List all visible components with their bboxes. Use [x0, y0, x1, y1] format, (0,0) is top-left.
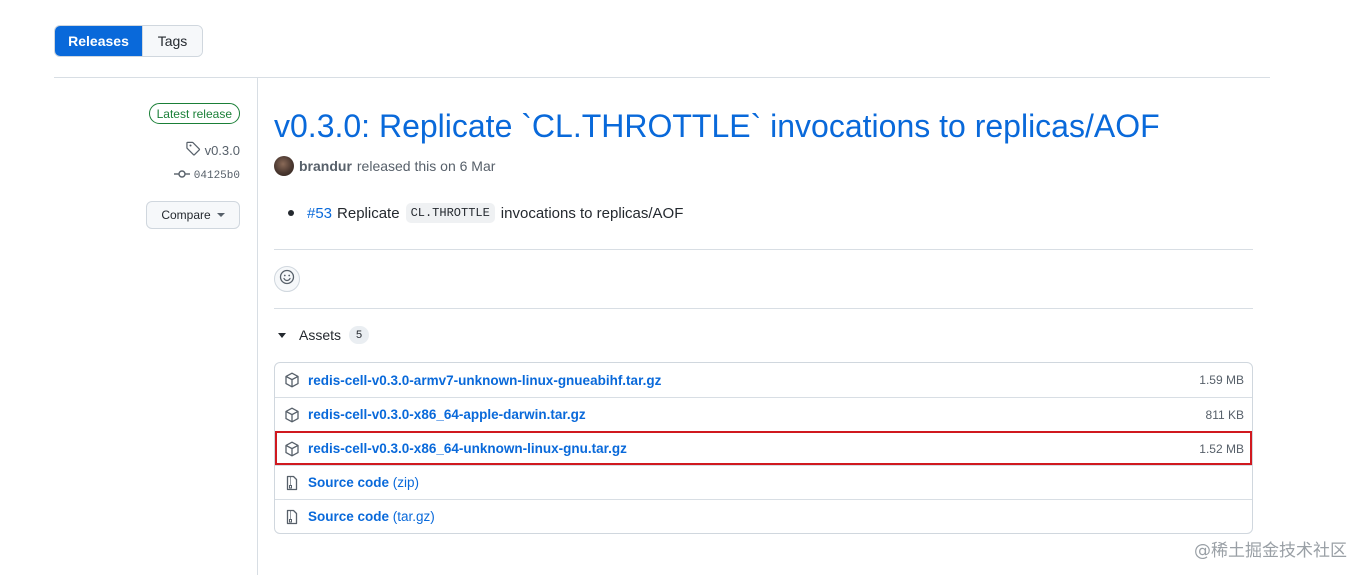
- source-code-format: (zip): [392, 475, 420, 490]
- package-icon: [284, 372, 300, 388]
- source-code-link[interactable]: Source code (zip): [308, 475, 419, 490]
- add-reaction-button[interactable]: [274, 266, 300, 292]
- notes-divider: [274, 249, 1253, 250]
- source-code-label: Source code: [308, 475, 390, 490]
- package-icon: [284, 407, 300, 423]
- asset-size: 1.59 MB: [1199, 373, 1244, 387]
- tag-label: v0.3.0: [204, 142, 240, 158]
- asset-link[interactable]: redis-cell-v0.3.0-x86_64-unknown-linux-g…: [308, 441, 627, 456]
- release-commit[interactable]: 04125b0: [173, 168, 240, 184]
- sidebar-divider: [257, 77, 258, 575]
- tab-releases[interactable]: Releases: [55, 26, 142, 56]
- assets-toggle[interactable]: Assets 5: [278, 326, 370, 344]
- bullet: [288, 210, 294, 216]
- author-name[interactable]: brandur: [299, 158, 352, 174]
- top-divider: [54, 77, 1270, 78]
- source-code-row[interactable]: Source code (tar.gz): [275, 499, 1252, 533]
- assets-heading: Assets: [299, 327, 342, 343]
- tag-icon: [185, 141, 201, 159]
- asset-row[interactable]: redis-cell-v0.3.0-armv7-unknown-linux-gn…: [275, 363, 1252, 397]
- note-text-before: Replicate: [337, 204, 400, 222]
- assets-count-badge: 5: [349, 326, 370, 344]
- note-text-after: invocations to replicas/AOF: [500, 204, 684, 222]
- triangle-down-icon: [278, 332, 286, 338]
- watermark: @稀土掘金技术社区: [1194, 541, 1347, 561]
- commit-hash: 04125b0: [193, 170, 240, 182]
- package-icon: [284, 441, 300, 457]
- release-notes-item: #53 Replicate CL.THROTTLE invocations to…: [288, 203, 683, 223]
- file-zip-icon: [284, 509, 300, 525]
- asset-size: 811 KB: [1205, 407, 1244, 422]
- release-title[interactable]: v0.3.0: Replicate `CL.THROTTLE` invocati…: [274, 108, 1160, 145]
- chevron-down-icon: [216, 213, 225, 217]
- release-tabs: Releases Tags: [54, 25, 203, 57]
- release-tag[interactable]: v0.3.0: [185, 141, 240, 159]
- asset-link[interactable]: redis-cell-v0.3.0-x86_64-apple-darwin.ta…: [308, 407, 586, 422]
- smiley-icon: [279, 269, 295, 290]
- source-code-label: Source code: [308, 509, 390, 524]
- source-code-format: (tar.gz): [392, 509, 435, 524]
- reactions-divider: [274, 308, 1253, 309]
- compare-button[interactable]: Compare: [146, 201, 240, 229]
- release-date-text: released this on 6 Mar: [356, 158, 496, 174]
- source-code-link[interactable]: Source code (tar.gz): [308, 509, 435, 524]
- source-code-row[interactable]: Source code (zip): [275, 465, 1252, 499]
- file-zip-icon: [284, 475, 300, 491]
- asset-size: 1.52 MB: [1199, 441, 1244, 456]
- asset-link[interactable]: redis-cell-v0.3.0-armv7-unknown-linux-gn…: [308, 373, 661, 388]
- inline-code: CL.THROTTLE: [405, 203, 495, 223]
- release-author-row: brandur released this on 6 Mar: [274, 156, 495, 176]
- avatar[interactable]: [274, 156, 294, 176]
- tab-tags[interactable]: Tags: [142, 26, 202, 56]
- asset-row[interactable]: redis-cell-v0.3.0-x86_64-apple-darwin.ta…: [275, 397, 1252, 431]
- git-commit-icon: [173, 168, 190, 184]
- asset-row-highlighted[interactable]: redis-cell-v0.3.0-x86_64-unknown-linux-g…: [275, 431, 1252, 465]
- assets-list: redis-cell-v0.3.0-armv7-unknown-linux-gn…: [274, 362, 1253, 534]
- issue-link[interactable]: #53: [307, 205, 332, 222]
- latest-release-badge[interactable]: Latest release: [148, 103, 240, 124]
- compare-label: Compare: [161, 208, 211, 222]
